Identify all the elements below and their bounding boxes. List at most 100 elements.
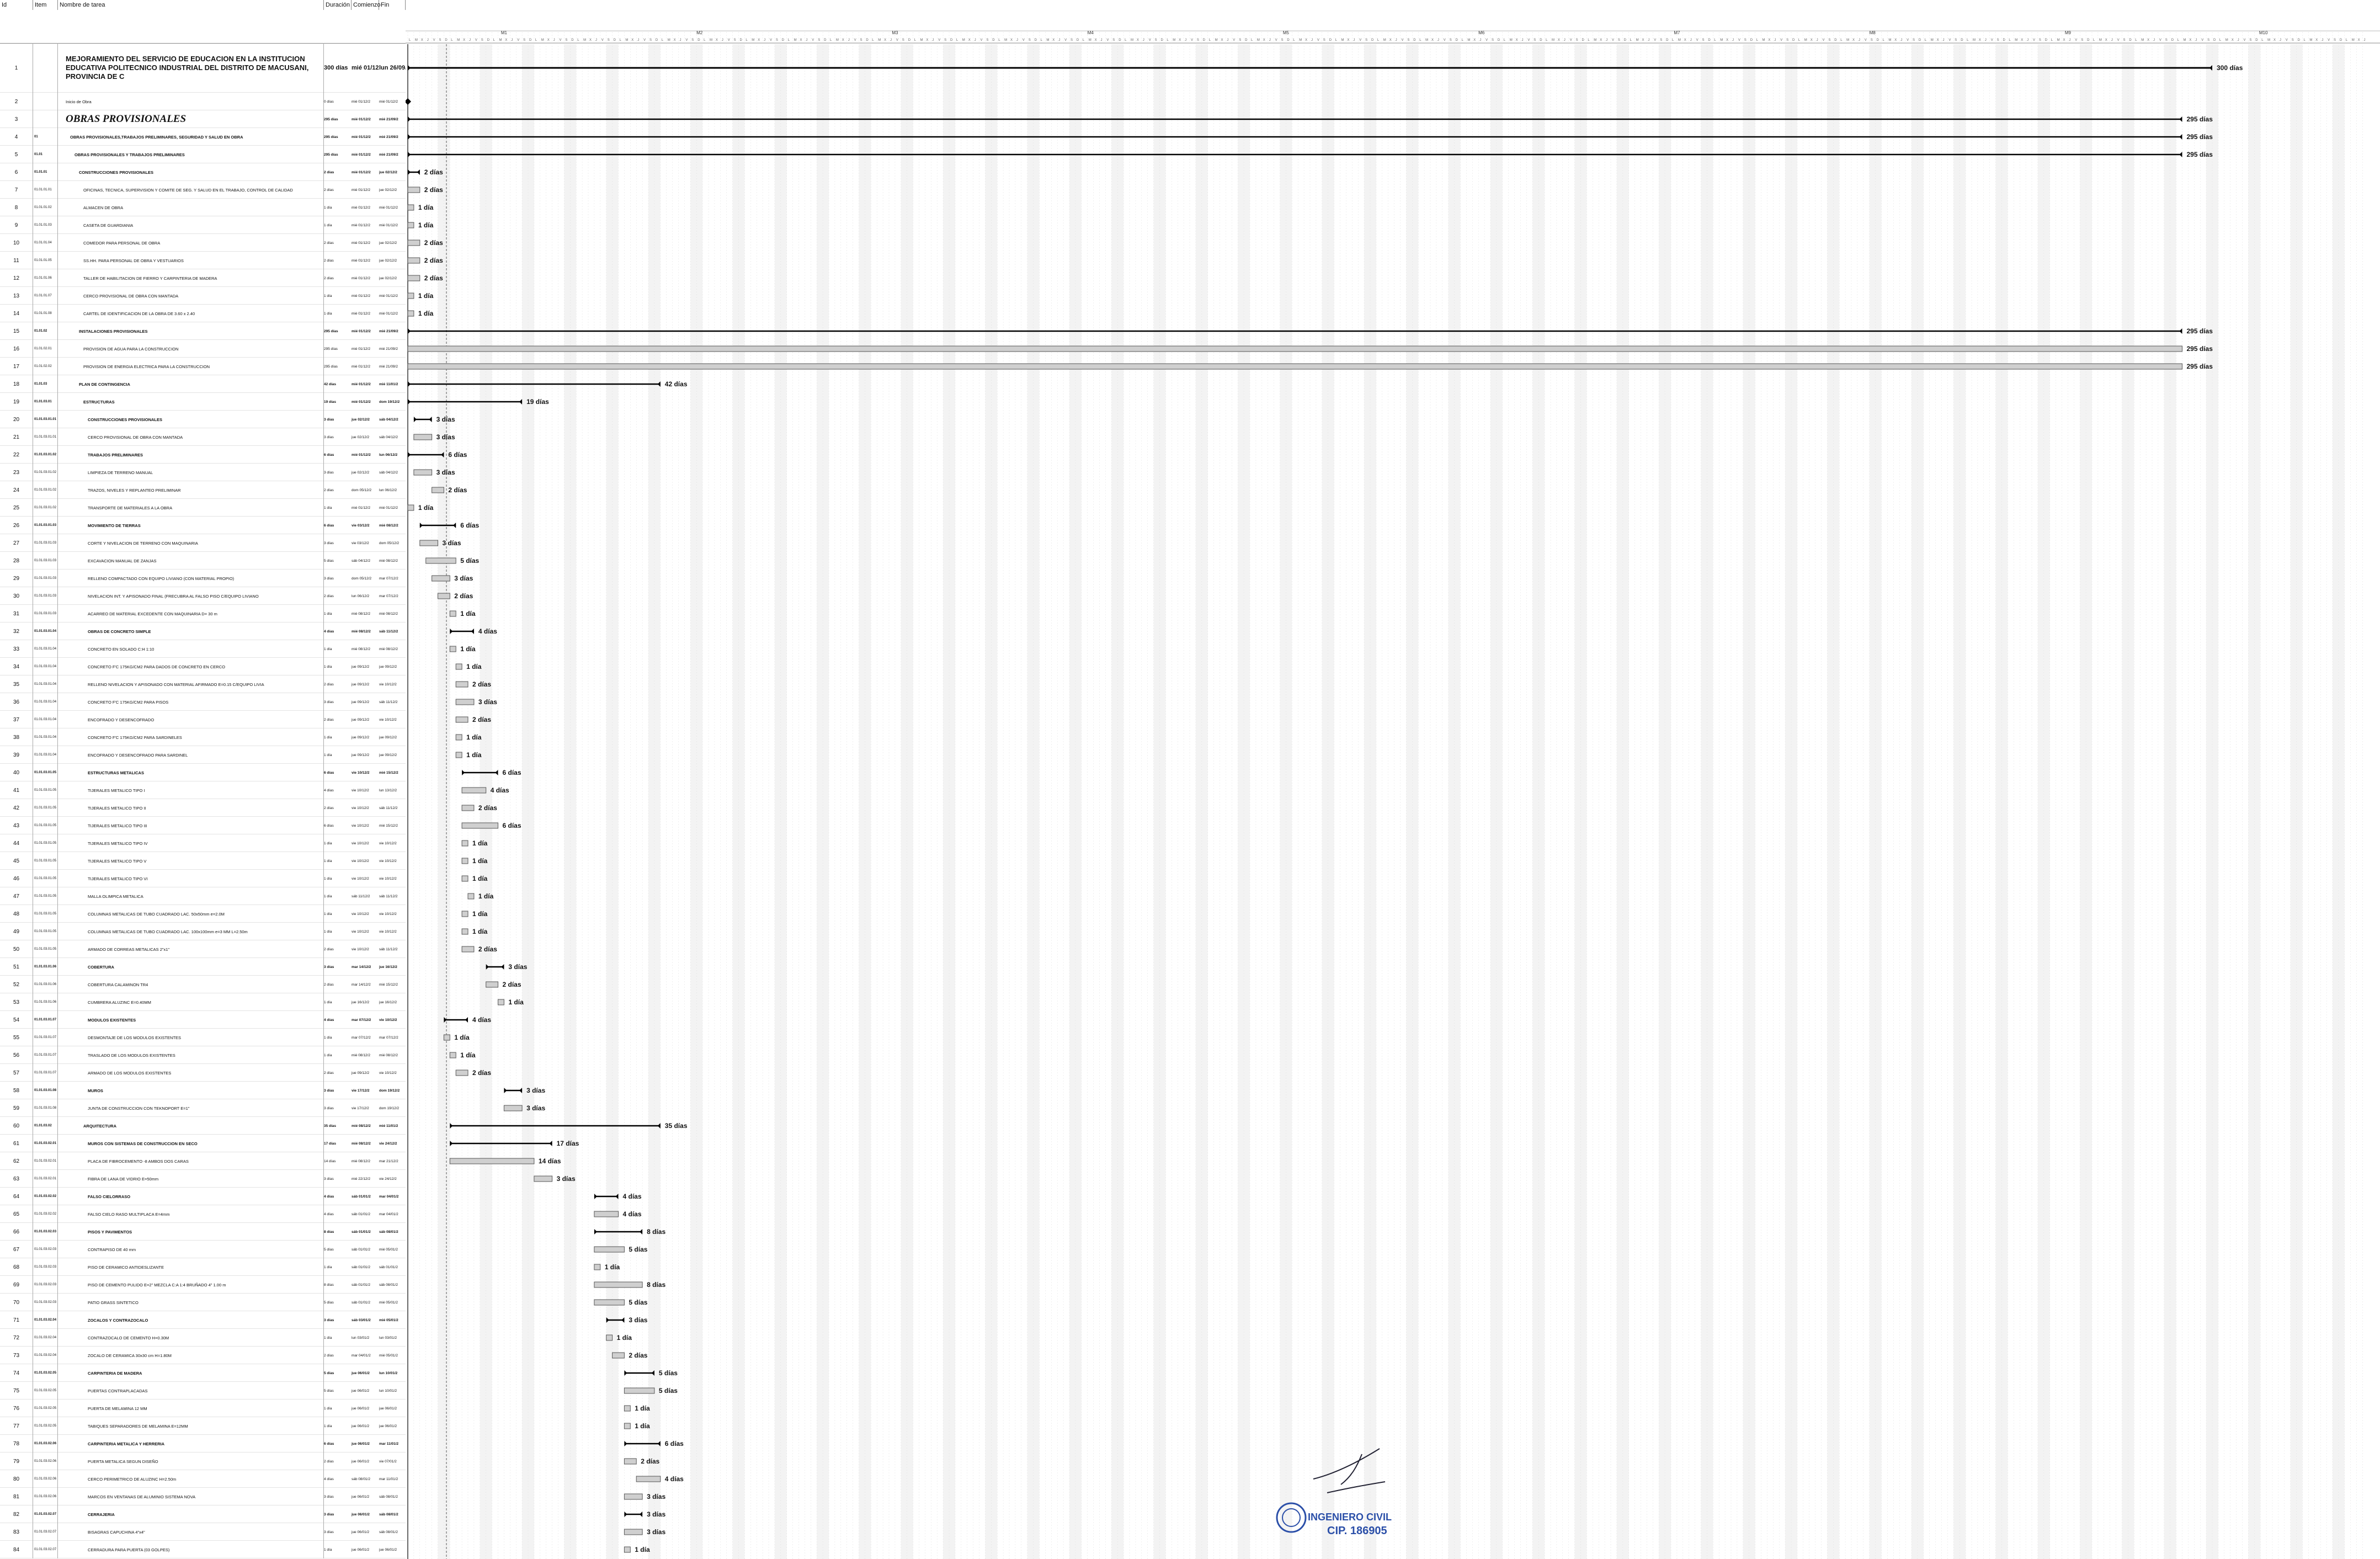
- task-row[interactable]: 27 01.01.03.01.03 CORTE Y NIVELACION DE TE…: [0, 534, 406, 552]
- task-row[interactable]: 83 01.01.03.02.07 BISAGRAS CAPUCHINA 4"x4"…: [0, 1523, 406, 1541]
- task-row[interactable]: 67 01.01.03.02.03 CONTRAPISO DE 40 mm 5 día…: [0, 1241, 406, 1258]
- task-row[interactable]: 35 01.01.03.01.04 RELLENO NIVELACION Y API…: [0, 675, 406, 693]
- task-row[interactable]: 56 01.01.03.01.07 TRASLADO DE LOS MODULOS …: [0, 1046, 406, 1064]
- task-row[interactable]: 6 01.01.01 CONSTRUCCIONES PROVISIONALES 2 d…: [0, 163, 406, 181]
- col-header-item[interactable]: Item: [33, 0, 58, 10]
- task-duration: 3 días: [324, 576, 334, 581]
- task-finish: vie 24/12/2: [379, 1177, 397, 1181]
- task-row[interactable]: 41 01.01.03.01.05 TIJERALES METALICO TIPO …: [0, 781, 406, 799]
- task-row[interactable]: 10 01.01.01.04 COMEDOR PARA PERSONAL DE OB…: [0, 234, 406, 252]
- col-header-duration[interactable]: Duración: [324, 0, 352, 10]
- task-row[interactable]: 84 01.01.03.02.07 CERRADURA PARA PUERTA (0…: [0, 1541, 406, 1558]
- task-row[interactable]: 16 01.01.02.01 PROVISION DE AGUA PARA LA C…: [0, 340, 406, 358]
- task-row[interactable]: 29 01.01.03.01.03 RELLENO COMPACTADO CON E…: [0, 570, 406, 587]
- task-row[interactable]: 76 01.01.03.02.05 PUERTA DE MELAMINA 12 MM…: [0, 1400, 406, 1417]
- task-row[interactable]: 3 OBRAS PROVISIONALES 295 días mié 01/12/2 m…: [0, 110, 406, 128]
- task-row[interactable]: 44 01.01.03.01.05 TIJERALES METALICO TIPO …: [0, 834, 406, 852]
- task-row[interactable]: 28 01.01.03.01.03 EXCAVACION MANUAL DE ZAN…: [0, 552, 406, 570]
- task-row[interactable]: 79 01.01.03.02.06 PUERTA METALICA SEGUN DI…: [0, 1452, 406, 1470]
- task-row[interactable]: 40 01.01.03.01.05 ESTRUCTURAS METALICAS 6 d…: [0, 764, 406, 781]
- task-row[interactable]: 9 01.01.01.03 CASETA DE GUARDIANIA 1 día mié…: [0, 216, 406, 234]
- task-row[interactable]: 69 01.01.03.02.03 PISO DE CEMENTO PULIDO E…: [0, 1276, 406, 1294]
- task-row[interactable]: 81 01.01.03.02.06 MARCOS EN VENTANAS DE AL…: [0, 1488, 406, 1505]
- task-row[interactable]: 74 01.01.03.02.05 CARPINTERIA DE MADERA 5 d…: [0, 1364, 406, 1382]
- task-row[interactable]: 5 01.01 OBRAS PROVISIONALES Y TRABAJOS PRE…: [0, 146, 406, 163]
- bar-duration-label: 3 días: [443, 539, 461, 547]
- task-row[interactable]: 22 01.01.03.01.02 TRABAJOS PRELIMINARES 6 d…: [0, 446, 406, 464]
- task-row[interactable]: 45 01.01.03.01.05 TIJERALES METALICO TIPO …: [0, 852, 406, 870]
- col-header-name[interactable]: Nombre de tarea: [58, 0, 324, 10]
- task-row[interactable]: 47 01.01.03.01.05 MALLA OLIMPICA METALICA 1…: [0, 887, 406, 905]
- task-row[interactable]: 50 01.01.03.01.05 ARMADO DE CORREAS METALI…: [0, 940, 406, 958]
- task-row[interactable]: 77 01.01.03.02.05 TABIQUES SEPARADORES DE …: [0, 1417, 406, 1435]
- task-row[interactable]: 48 01.01.03.01.05 COLUMNAS METALICAS DE TU…: [0, 905, 406, 923]
- task-row[interactable]: 37 01.01.03.01.04 ENCOFRADO Y DESENCOFRADO…: [0, 711, 406, 728]
- task-row[interactable]: 34 01.01.03.01.04 CONCRETO F'C 175KG/CM2 P…: [0, 658, 406, 675]
- task-row[interactable]: 53 01.01.03.01.06 CUMBRERA ALUZINC E=0.40M…: [0, 993, 406, 1011]
- task-row[interactable]: 64 01.01.03.02.02 FALSO CIELORRASO 4 días sá…: [0, 1188, 406, 1205]
- weekend-shade: [1286, 44, 1292, 1559]
- task-row[interactable]: 26 01.01.03.01.03 MOVIMIENTO DE TIERRAS 6 d…: [0, 517, 406, 534]
- task-row[interactable]: 58 01.01.03.01.08 MUROS 3 días vie 17/12/2 do…: [0, 1082, 406, 1099]
- task-row[interactable]: 73 01.01.03.02.04 ZOCALO DE CERAMICA 30x30…: [0, 1347, 406, 1364]
- task-row[interactable]: 7 01.01.01.01 OFICINAS, TECNICA, SUPERVISI…: [0, 181, 406, 199]
- task-row[interactable]: 52 01.01.03.01.06 COBERTURA CALAMINON TR4 2…: [0, 976, 406, 993]
- col-header-finish[interactable]: Fin: [379, 0, 406, 10]
- task-row[interactable]: 24 01.01.03.01.02 TRAZOS, NIVELES Y REPLAN…: [0, 481, 406, 499]
- task-duration: 1 día: [324, 735, 332, 739]
- task-row[interactable]: 39 01.01.03.01.04 ENCOFRADO Y DESENCOFRADO…: [0, 746, 406, 764]
- task-row[interactable]: 82 01.01.03.02.07 CERRAJERIA 3 días jue 06/0…: [0, 1505, 406, 1523]
- task-row[interactable]: 57 01.01.03.01.07 ARMADO DE LOS MODULOS EX…: [0, 1064, 406, 1082]
- task-row[interactable]: 49 01.01.03.01.05 COLUMNAS METALICAS DE TU…: [0, 923, 406, 940]
- task-row[interactable]: 71 01.01.03.02.04 ZOCALOS Y CONTRAZOCALO 3 …: [0, 1311, 406, 1329]
- task-row[interactable]: 19 01.01.03.01 ESTRUCTURAS 19 días mié 01/12…: [0, 393, 406, 411]
- task-row[interactable]: 12 01.01.01.06 TALLER DE HABILITACION DE F…: [0, 269, 406, 287]
- task-row[interactable]: 8 01.01.01.02 ALMACEN DE OBRA 1 día mié 01/1…: [0, 199, 406, 216]
- day-tick-label: M: [2352, 39, 2355, 42]
- task-row[interactable]: 2 Inicio de Obra 0 días mié 01/12/2 mié 01/1…: [0, 93, 406, 110]
- task-duration: 1 día: [324, 1035, 332, 1040]
- task-row[interactable]: 38 01.01.03.01.04 CONCRETO F'C 175KG/CM2 P…: [0, 728, 406, 746]
- task-row[interactable]: 75 01.01.03.02.05 PUERTAS CONTRAPLACADAS 5 …: [0, 1382, 406, 1400]
- task-row[interactable]: 36 01.01.03.01.04 CONCRETO F'C 175KG/CM2 P…: [0, 693, 406, 711]
- task-row[interactable]: 32 01.01.03.01.04 OBRAS DE CONCRETO SIMPLE…: [0, 622, 406, 640]
- task-row[interactable]: 20 01.01.03.01.01 CONSTRUCCIONES PROVISION…: [0, 411, 406, 428]
- task-row[interactable]: 31 01.01.03.01.03 ACARREO DE MATERIAL EXCE…: [0, 605, 406, 622]
- col-header-id[interactable]: Id: [0, 0, 33, 10]
- task-row[interactable]: 68 01.01.03.02.03 PISO DE CERAMICO ANTIDES…: [0, 1258, 406, 1276]
- weekend-shade: [2290, 44, 2297, 1559]
- task-row[interactable]: 11 01.01.01.05 SS.HH. PARA PERSONAL DE OBR…: [0, 252, 406, 269]
- task-row[interactable]: 14 01.01.01.08 CARTEL DE IDENTIFICACION DE…: [0, 305, 406, 322]
- task-row[interactable]: 23 01.01.03.01.02 LIMPIEZA DE TERRENO MANU…: [0, 464, 406, 481]
- task-row[interactable]: 54 01.01.03.01.07 MODULOS EXISTENTES 4 días…: [0, 1011, 406, 1029]
- task-row[interactable]: 42 01.01.03.01.05 TIJERALES METALICO TIPO …: [0, 799, 406, 817]
- task-row[interactable]: 65 01.01.03.02.02 FALSO CIELO RASO MULTIPL…: [0, 1205, 406, 1223]
- task-row[interactable]: 61 01.01.03.02.01 MUROS CON SISTEMAS DE CO…: [0, 1135, 406, 1152]
- task-row[interactable]: 70 01.01.03.02.03 PATIO GRASS SINTETICO 5 d…: [0, 1294, 406, 1311]
- task-row[interactable]: 43 01.01.03.01.05 TIJERALES METALICO TIPO …: [0, 817, 406, 834]
- task-row[interactable]: 18 01.01.03 PLAN DE CONTINGENCIA 42 días mié…: [0, 375, 406, 393]
- col-header-start[interactable]: Comienzo: [352, 0, 381, 10]
- task-row[interactable]: 60 01.01.03.02 ARQUITECTURA 35 días mié 08/1…: [0, 1117, 406, 1135]
- task-row[interactable]: 13 01.01.01.07 CERCO PROVISIONAL DE OBRA C…: [0, 287, 406, 305]
- task-row[interactable]: 17 01.01.02.02 PROVISION DE ENERGIA ELECTR…: [0, 358, 406, 375]
- task-row[interactable]: 63 01.01.03.02.01 FIBRA DE LANA DE VIDRIO …: [0, 1170, 406, 1188]
- task-row[interactable]: 72 01.01.03.02.04 CONTRAZOCALO DE CEMENTO …: [0, 1329, 406, 1347]
- task-row[interactable]: 55 01.01.03.01.07 DESMONTAJE DE LOS MODULO…: [0, 1029, 406, 1046]
- task-row[interactable]: 4 01 OBRAS PROVISIONALES,TRABAJOS PRELIMIN…: [0, 128, 406, 146]
- task-start: mié 08/12/2: [352, 611, 370, 616]
- task-row[interactable]: 46 01.01.03.01.05 TIJERALES METALICO TIPO …: [0, 870, 406, 887]
- task-row[interactable]: 62 01.01.03.02.01 PLACA DE FIBROCEMENTO -8…: [0, 1152, 406, 1170]
- task-row[interactable]: 33 01.01.03.01.04 CONCRETO EN SOLADO C:H 1…: [0, 640, 406, 658]
- task-row[interactable]: 80 01.01.03.02.06 CERCO PERIMETRICO DE ALU…: [0, 1470, 406, 1488]
- task-row[interactable]: 15 01.01.02 INSTALACIONES PROVISIONALES 295…: [0, 322, 406, 340]
- task-row[interactable]: 51 01.01.03.01.06 COBERTURA 3 días mar 14/12…: [0, 958, 406, 976]
- task-row[interactable]: 30 01.01.03.01.03 NIVELACION INT. Y APISON…: [0, 587, 406, 605]
- task-row[interactable]: 78 01.01.03.02.06 CARPINTERIA METALICA Y H…: [0, 1435, 406, 1452]
- task-row[interactable]: 59 01.01.03.01.08 JUNTA DE CONSTRUCCION CO…: [0, 1099, 406, 1117]
- task-row[interactable]: 1 MEJORAMIENTO DEL SERVICIO DE EDUCACION …: [0, 43, 406, 93]
- task-row[interactable]: 25 01.01.03.01.02 TRANSPORTE DE MATERIALES…: [0, 499, 406, 517]
- task-row[interactable]: 66 01.01.03.02.03 PISOS Y PAVIMENTOS 8 días…: [0, 1223, 406, 1241]
- task-row[interactable]: 21 01.01.03.01.01 CERCO PROVISIONAL DE OBR…: [0, 428, 406, 446]
- task-id: 25: [0, 499, 33, 517]
